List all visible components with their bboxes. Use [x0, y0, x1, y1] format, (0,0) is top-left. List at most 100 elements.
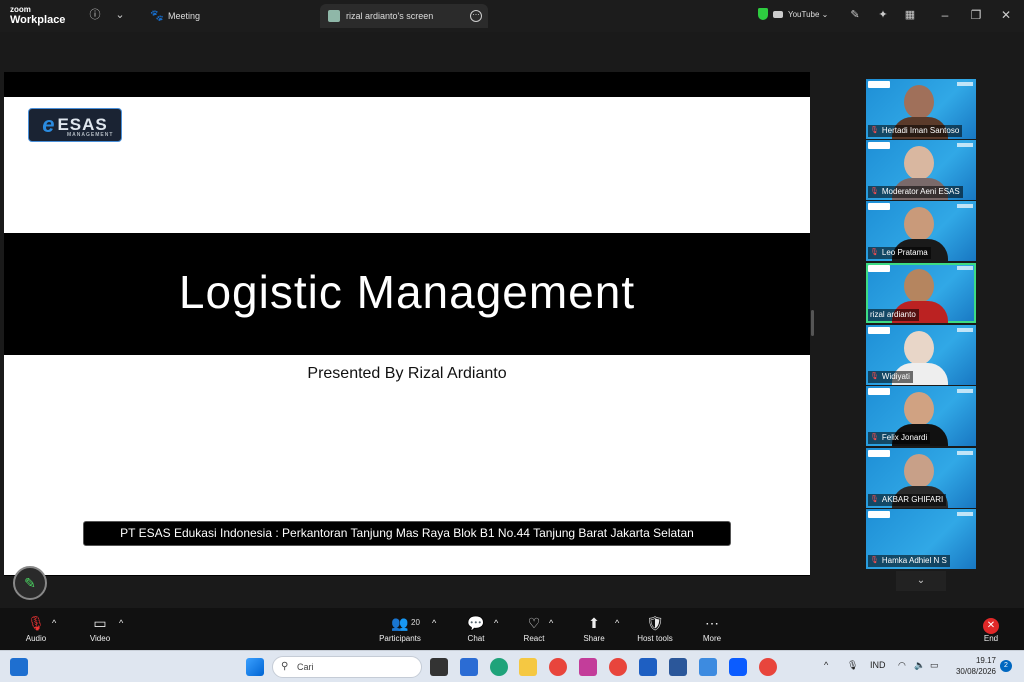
snipping-tool-icon[interactable]: [579, 658, 597, 676]
share-options-caret[interactable]: ^: [615, 614, 619, 634]
chevron-down-icon[interactable]: ⌄: [113, 8, 127, 22]
audio-options-caret[interactable]: ^: [52, 614, 56, 634]
tile-brand-logo: [868, 450, 890, 457]
clock-date: 30/08/2026: [955, 667, 996, 676]
info-icon[interactable]: ⓘ: [88, 8, 102, 22]
magic-wand-icon[interactable]: ✎: [848, 8, 862, 22]
widgets-icon[interactable]: [10, 658, 28, 676]
participant-name: Felix Jonardi: [881, 433, 928, 442]
chat-options-caret[interactable]: ^: [494, 614, 498, 634]
microphone-icon[interactable]: 🎙: [847, 660, 858, 671]
participant-video: [904, 207, 934, 241]
tile-brand-logo: [868, 142, 890, 149]
end-button[interactable]: ✕ End: [978, 614, 1004, 643]
video-button[interactable]: ▭ Video: [86, 614, 114, 643]
chevron-up-icon[interactable]: ^: [824, 660, 828, 670]
file-explorer-icon[interactable]: [519, 658, 537, 676]
participant-name: Moderator Aeni ESAS: [881, 187, 960, 196]
clock[interactable]: 19.17 30/08/2026: [950, 655, 996, 677]
edge-icon[interactable]: [490, 658, 508, 676]
participant-tile[interactable]: rizal ardianto: [866, 263, 976, 323]
host-tools-label: Host tools: [637, 634, 673, 643]
tile-brand-text: [957, 266, 973, 270]
start-icon[interactable]: [246, 658, 264, 676]
sparkle-icon[interactable]: ✦: [876, 8, 890, 22]
restore-icon[interactable]: ❐: [968, 8, 984, 22]
meeting-stage: e ESAS MANAGEMENT Logistic Management Pr…: [0, 32, 1024, 608]
tab-screen-share[interactable]: rizal ardianto's screen ⋯: [320, 4, 488, 28]
participant-video: [904, 146, 934, 180]
mic-muted-icon: 🎙: [870, 249, 879, 256]
chat-icon: 💬: [467, 615, 485, 631]
tab-meeting[interactable]: 🐾 Meeting: [142, 4, 208, 28]
tile-brand-logo: [868, 511, 890, 518]
gallery-scroll-down-button[interactable]: ⌄: [896, 571, 946, 591]
annotate-pen-button[interactable]: ✎: [13, 566, 47, 600]
participant-tile[interactable]: 🎙 Leo Pratama: [866, 201, 976, 261]
chat-button[interactable]: 💬 Chat: [462, 614, 490, 643]
tile-brand-text: [957, 451, 973, 455]
notification-badge[interactable]: 2: [1000, 660, 1012, 672]
participant-name: AKBAR GHIFARI: [881, 495, 944, 504]
layout-icon[interactable]: ▦: [903, 8, 917, 22]
tile-brand-text: [957, 512, 973, 516]
participant-tile[interactable]: 🎙 Widiyati: [866, 325, 976, 385]
participant-video: [904, 331, 934, 365]
store-icon[interactable]: [460, 658, 478, 676]
participant-tile[interactable]: 🎙 Hamka Adhiel N S: [866, 509, 976, 569]
tile-brand-text: [957, 204, 973, 208]
audio-button[interactable]: 🎙 Audio: [22, 614, 50, 643]
more-button[interactable]: ⋯ More: [698, 614, 726, 643]
battery-icon[interactable]: ▭: [930, 660, 939, 671]
media-player-icon[interactable]: [639, 658, 657, 676]
participant-name: rizal ardianto: [870, 310, 916, 319]
chrome-profile-icon[interactable]: [609, 658, 627, 676]
word-icon[interactable]: [669, 658, 687, 676]
language-indicator[interactable]: IND: [870, 660, 886, 670]
close-icon[interactable]: ✕: [998, 8, 1014, 22]
zoom-app-icon[interactable]: [729, 658, 747, 676]
tab-more-icon[interactable]: ⋯: [470, 10, 482, 22]
shield-icon: [758, 8, 768, 20]
more-label: More: [702, 634, 722, 643]
esas-logo-mark: e: [42, 112, 56, 137]
participant-tile[interactable]: 🎙 Felix Jonardi: [866, 386, 976, 446]
participant-tile[interactable]: 🎙 AKBAR GHIFARI: [866, 448, 976, 508]
mic-muted-icon: 🎙: [870, 127, 879, 134]
photos-icon[interactable]: [699, 658, 717, 676]
react-button[interactable]: ♡ React: [520, 614, 548, 643]
esas-logo-sub: MANAGEMENT: [67, 132, 114, 138]
participant-name-tag: 🎙 AKBAR GHIFARI: [868, 494, 947, 506]
video-options-caret[interactable]: ^: [119, 614, 123, 634]
tile-brand-logo: [868, 327, 890, 334]
chrome-icon[interactable]: [549, 658, 567, 676]
heart-icon: ♡: [527, 615, 541, 631]
participant-name-tag: 🎙 Leo Pratama: [868, 247, 931, 259]
split-view-handle[interactable]: [811, 310, 814, 336]
youtube-label: YouTube ⌄: [788, 9, 829, 19]
tile-brand-logo: [868, 81, 890, 88]
wifi-icon[interactable]: ◠: [898, 660, 906, 671]
host-tools-button[interactable]: 🛡 Host tools: [634, 614, 676, 643]
share-button[interactable]: ⬆ Share: [580, 614, 608, 643]
video-camera-icon: ▭: [93, 615, 107, 631]
tile-brand-text: [957, 389, 973, 393]
search-box[interactable]: ⚲ Cari: [272, 656, 422, 678]
react-options-caret[interactable]: ^: [549, 614, 553, 634]
participant-tile[interactable]: 🎙 Hertadi Iman Santoso: [866, 79, 976, 139]
share-screen-icon: ⬆: [588, 615, 600, 631]
participant-video: [904, 85, 934, 119]
participant-tile[interactable]: 🎙 Moderator Aeni ESAS: [866, 140, 976, 200]
shield-icon: 🛡: [646, 615, 664, 631]
encryption-youtube-status[interactable]: YouTube ⌄: [758, 8, 828, 20]
mic-muted-icon: 🎙: [870, 188, 879, 195]
participant-video: [904, 392, 934, 426]
clock-time: 19.17: [975, 656, 996, 665]
volume-icon[interactable]: 🔈: [914, 660, 925, 671]
participants-label: Participants: [379, 634, 421, 643]
chrome-alt-icon[interactable]: [759, 658, 777, 676]
task-view-icon[interactable]: [430, 658, 448, 676]
participants-options-caret[interactable]: ^: [432, 614, 436, 634]
minimize-icon[interactable]: –: [937, 8, 953, 22]
mic-muted-icon: 🎙: [870, 557, 879, 564]
